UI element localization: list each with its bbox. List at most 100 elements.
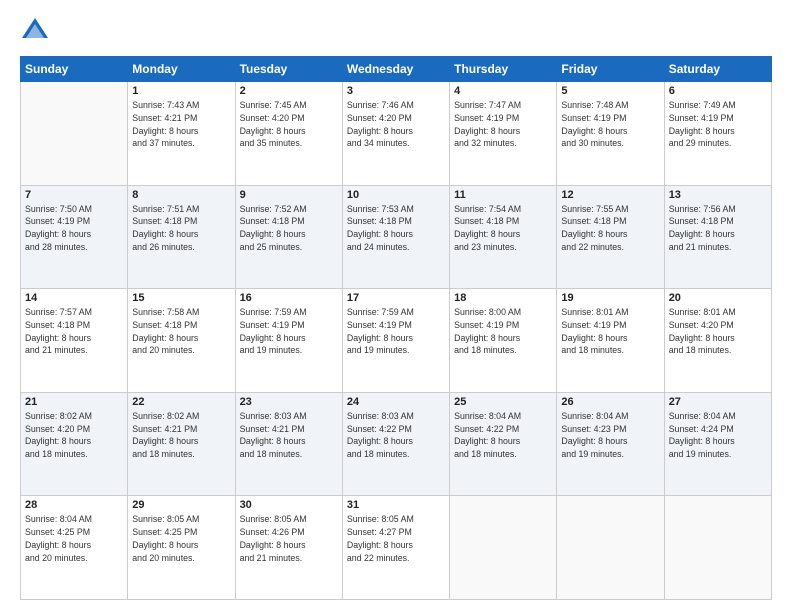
day-info: Sunrise: 7:57 AMSunset: 4:18 PMDaylight:… xyxy=(25,306,123,357)
calendar-day-cell: 5 Sunrise: 7:48 AMSunset: 4:19 PMDaylight… xyxy=(557,82,664,186)
day-info: Sunrise: 8:02 AMSunset: 4:21 PMDaylight:… xyxy=(132,410,230,461)
day-info: Sunrise: 7:50 AMSunset: 4:19 PMDaylight:… xyxy=(25,203,123,254)
logo-icon xyxy=(20,16,50,46)
day-number: 27 xyxy=(669,396,767,408)
calendar-day-cell: 16 Sunrise: 7:59 AMSunset: 4:19 PMDayligh… xyxy=(235,289,342,393)
day-info: Sunrise: 7:55 AMSunset: 4:18 PMDaylight:… xyxy=(561,203,659,254)
day-info: Sunrise: 8:03 AMSunset: 4:21 PMDaylight:… xyxy=(240,410,338,461)
day-info: Sunrise: 8:03 AMSunset: 4:22 PMDaylight:… xyxy=(347,410,445,461)
day-info: Sunrise: 7:59 AMSunset: 4:19 PMDaylight:… xyxy=(347,306,445,357)
day-number: 23 xyxy=(240,396,338,408)
calendar-table: SundayMondayTuesdayWednesdayThursdayFrid… xyxy=(20,56,772,600)
calendar-day-cell: 27Sunrise: 8:04 AMSunset: 4:24 PMDayligh… xyxy=(664,392,771,496)
calendar-day-cell: 7 Sunrise: 7:50 AMSunset: 4:19 PMDaylight… xyxy=(21,185,128,289)
day-info: Sunrise: 7:53 AMSunset: 4:18 PMDaylight:… xyxy=(347,203,445,254)
calendar-day-cell: 31 Sunrise: 8:05 AMSunset: 4:27 PMDayligh… xyxy=(342,496,449,600)
calendar-day-cell: 1 Sunrise: 7:43 AMSunset: 4:21 PMDaylight… xyxy=(128,82,235,186)
calendar-day-cell: 11 Sunrise: 7:54 AMSunset: 4:18 PMDayligh… xyxy=(450,185,557,289)
calendar-header-tuesday: Tuesday xyxy=(235,57,342,82)
day-number: 13 xyxy=(669,189,767,201)
day-number: 5 xyxy=(561,85,659,97)
day-info: Sunrise: 7:54 AMSunset: 4:18 PMDaylight:… xyxy=(454,203,552,254)
calendar-day-cell: 14 Sunrise: 7:57 AMSunset: 4:18 PMDayligh… xyxy=(21,289,128,393)
calendar-day-cell xyxy=(450,496,557,600)
calendar-day-cell: 25 Sunrise: 8:04 AMSunset: 4:22 PMDayligh… xyxy=(450,392,557,496)
calendar-day-cell: 23 Sunrise: 8:03 AMSunset: 4:21 PMDayligh… xyxy=(235,392,342,496)
day-info: Sunrise: 7:46 AMSunset: 4:20 PMDaylight:… xyxy=(347,99,445,150)
day-info: Sunrise: 8:02 AMSunset: 4:20 PMDaylight:… xyxy=(25,410,123,461)
calendar-day-cell: 22 Sunrise: 8:02 AMSunset: 4:21 PMDayligh… xyxy=(128,392,235,496)
day-number: 26 xyxy=(561,396,659,408)
calendar-day-cell: 30 Sunrise: 8:05 AMSunset: 4:26 PMDayligh… xyxy=(235,496,342,600)
day-number: 17 xyxy=(347,292,445,304)
day-number: 28 xyxy=(25,499,123,511)
calendar-day-cell: 20 Sunrise: 8:01 AMSunset: 4:20 PMDayligh… xyxy=(664,289,771,393)
day-number: 31 xyxy=(347,499,445,511)
day-number: 22 xyxy=(132,396,230,408)
calendar-day-cell: 9 Sunrise: 7:52 AMSunset: 4:18 PMDaylight… xyxy=(235,185,342,289)
calendar-day-cell xyxy=(21,82,128,186)
calendar-week-row: 14 Sunrise: 7:57 AMSunset: 4:18 PMDayligh… xyxy=(21,289,772,393)
calendar-day-cell: 10 Sunrise: 7:53 AMSunset: 4:18 PMDayligh… xyxy=(342,185,449,289)
calendar-header-monday: Monday xyxy=(128,57,235,82)
calendar-day-cell: 18 Sunrise: 8:00 AMSunset: 4:19 PMDayligh… xyxy=(450,289,557,393)
day-info: Sunrise: 7:48 AMSunset: 4:19 PMDaylight:… xyxy=(561,99,659,150)
day-number: 30 xyxy=(240,499,338,511)
day-info: Sunrise: 8:04 AMSunset: 4:23 PMDaylight:… xyxy=(561,410,659,461)
calendar-day-cell: 29 Sunrise: 8:05 AMSunset: 4:25 PMDayligh… xyxy=(128,496,235,600)
day-number: 10 xyxy=(347,189,445,201)
day-number: 20 xyxy=(669,292,767,304)
logo xyxy=(20,16,54,46)
day-number: 12 xyxy=(561,189,659,201)
day-info: Sunrise: 8:05 AMSunset: 4:26 PMDaylight:… xyxy=(240,513,338,564)
day-number: 1 xyxy=(132,85,230,97)
day-info: Sunrise: 8:00 AMSunset: 4:19 PMDaylight:… xyxy=(454,306,552,357)
day-info: Sunrise: 7:43 AMSunset: 4:21 PMDaylight:… xyxy=(132,99,230,150)
calendar-day-cell: 8 Sunrise: 7:51 AMSunset: 4:18 PMDaylight… xyxy=(128,185,235,289)
day-info: Sunrise: 8:04 AMSunset: 4:22 PMDaylight:… xyxy=(454,410,552,461)
day-info: Sunrise: 7:59 AMSunset: 4:19 PMDaylight:… xyxy=(240,306,338,357)
calendar-day-cell: 26 Sunrise: 8:04 AMSunset: 4:23 PMDayligh… xyxy=(557,392,664,496)
day-number: 14 xyxy=(25,292,123,304)
header xyxy=(20,16,772,46)
calendar-day-cell: 15Sunrise: 7:58 AMSunset: 4:18 PMDayligh… xyxy=(128,289,235,393)
day-info: Sunrise: 8:01 AMSunset: 4:20 PMDaylight:… xyxy=(669,306,767,357)
day-info: Sunrise: 7:52 AMSunset: 4:18 PMDaylight:… xyxy=(240,203,338,254)
calendar-header-saturday: Saturday xyxy=(664,57,771,82)
calendar-header-friday: Friday xyxy=(557,57,664,82)
day-number: 9 xyxy=(240,189,338,201)
day-number: 16 xyxy=(240,292,338,304)
calendar-day-cell: 13 Sunrise: 7:56 AMSunset: 4:18 PMDayligh… xyxy=(664,185,771,289)
day-number: 21 xyxy=(25,396,123,408)
calendar-day-cell: 17 Sunrise: 7:59 AMSunset: 4:19 PMDayligh… xyxy=(342,289,449,393)
day-info: Sunrise: 7:56 AMSunset: 4:18 PMDaylight:… xyxy=(669,203,767,254)
calendar-week-row: 7 Sunrise: 7:50 AMSunset: 4:19 PMDaylight… xyxy=(21,185,772,289)
calendar-header-row: SundayMondayTuesdayWednesdayThursdayFrid… xyxy=(21,57,772,82)
day-info: Sunrise: 7:45 AMSunset: 4:20 PMDaylight:… xyxy=(240,99,338,150)
calendar-day-cell: 6Sunrise: 7:49 AMSunset: 4:19 PMDaylight… xyxy=(664,82,771,186)
calendar-week-row: 1 Sunrise: 7:43 AMSunset: 4:21 PMDaylight… xyxy=(21,82,772,186)
day-number: 18 xyxy=(454,292,552,304)
calendar-week-row: 28 Sunrise: 8:04 AMSunset: 4:25 PMDayligh… xyxy=(21,496,772,600)
calendar-header-sunday: Sunday xyxy=(21,57,128,82)
day-number: 7 xyxy=(25,189,123,201)
calendar-day-cell: 2Sunrise: 7:45 AMSunset: 4:20 PMDaylight… xyxy=(235,82,342,186)
day-number: 4 xyxy=(454,85,552,97)
day-number: 29 xyxy=(132,499,230,511)
calendar-header-thursday: Thursday xyxy=(450,57,557,82)
day-number: 19 xyxy=(561,292,659,304)
day-number: 25 xyxy=(454,396,552,408)
calendar-day-cell: 21 Sunrise: 8:02 AMSunset: 4:20 PMDayligh… xyxy=(21,392,128,496)
day-info: Sunrise: 7:51 AMSunset: 4:18 PMDaylight:… xyxy=(132,203,230,254)
calendar-day-cell: 3 Sunrise: 7:46 AMSunset: 4:20 PMDaylight… xyxy=(342,82,449,186)
day-number: 11 xyxy=(454,189,552,201)
day-number: 15 xyxy=(132,292,230,304)
day-info: Sunrise: 8:05 AMSunset: 4:25 PMDaylight:… xyxy=(132,513,230,564)
calendar-day-cell xyxy=(557,496,664,600)
day-info: Sunrise: 8:04 AMSunset: 4:25 PMDaylight:… xyxy=(25,513,123,564)
day-number: 8 xyxy=(132,189,230,201)
day-number: 3 xyxy=(347,85,445,97)
calendar-day-cell xyxy=(664,496,771,600)
day-info: Sunrise: 8:05 AMSunset: 4:27 PMDaylight:… xyxy=(347,513,445,564)
calendar-day-cell: 4Sunrise: 7:47 AMSunset: 4:19 PMDaylight… xyxy=(450,82,557,186)
